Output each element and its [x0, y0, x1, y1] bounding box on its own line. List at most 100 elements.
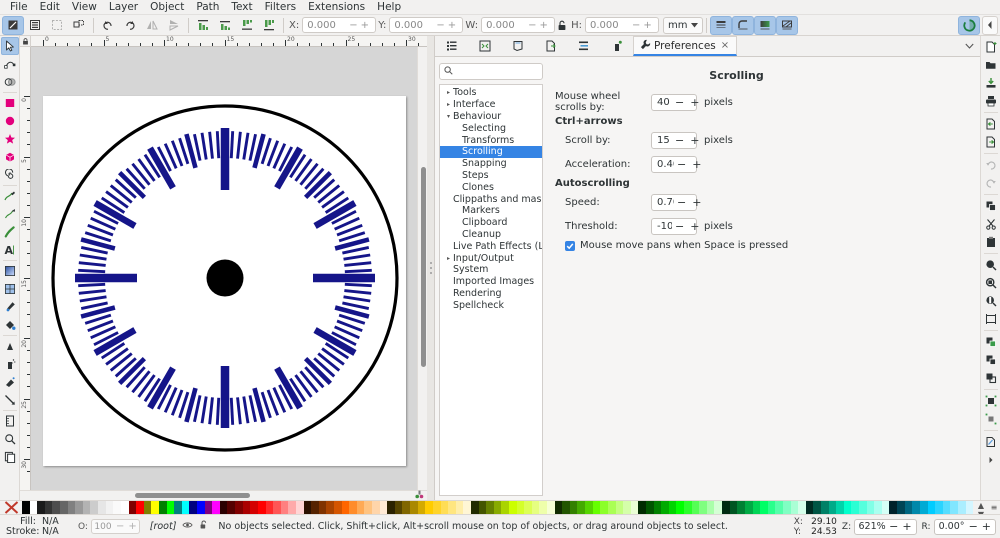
- palette-swatch[interactable]: [341, 501, 350, 514]
- w-input[interactable]: [482, 18, 529, 32]
- horizontal-ruler[interactable]: 0 5 10 15 20 25 30: [31, 36, 427, 47]
- palette-swatch[interactable]: [501, 501, 509, 514]
- palette-swatch[interactable]: [874, 501, 882, 514]
- spiral-tool[interactable]: [1, 166, 19, 184]
- tree-item-tools[interactable]: ▸ Tools: [440, 87, 542, 99]
- palette-swatch[interactable]: [372, 501, 380, 514]
- tree-item-clipboard[interactable]: Clipboard: [440, 217, 542, 229]
- palette-swatch[interactable]: [729, 501, 738, 514]
- rotation-input[interactable]: [936, 521, 967, 532]
- palette-swatch[interactable]: [843, 501, 852, 514]
- canvas-horizontal-scrollbar[interactable]: [20, 490, 427, 500]
- zoom-spinner[interactable]: − +: [854, 518, 917, 535]
- palette-swatch[interactable]: [889, 501, 898, 514]
- palette-swatch[interactable]: [531, 501, 540, 514]
- opacity-minus[interactable]: −: [114, 521, 126, 532]
- mouse-wheel-input[interactable]: [652, 96, 672, 108]
- save-document-icon[interactable]: [982, 74, 1000, 92]
- flip-vertical-icon[interactable]: [163, 16, 185, 35]
- palette-swatch[interactable]: [219, 501, 228, 514]
- pages-tool[interactable]: [1, 448, 19, 466]
- tree-expander-icon[interactable]: ▾: [444, 113, 453, 120]
- affect-rounded-corners-icon[interactable]: [732, 15, 755, 35]
- palette-swatch[interactable]: [805, 501, 814, 514]
- palette-swatch[interactable]: [524, 501, 532, 514]
- tab-close-icon[interactable]: ×: [721, 40, 729, 51]
- palette-swatch[interactable]: [136, 501, 144, 514]
- palette-swatch[interactable]: [67, 501, 76, 514]
- tree-item-clones[interactable]: Clones: [440, 181, 542, 193]
- palette-swatch[interactable]: [311, 501, 319, 514]
- measure-tool[interactable]: [1, 412, 19, 430]
- raise-to-top-icon[interactable]: [192, 16, 214, 35]
- palette-swatch[interactable]: [448, 501, 456, 514]
- palette-swatch[interactable]: [120, 501, 129, 514]
- symbols-icon[interactable]: [600, 36, 633, 56]
- mesh-gradient-tool[interactable]: [1, 280, 19, 298]
- chevron-up-icon[interactable]: ▲: [978, 501, 984, 510]
- ungroup-icon[interactable]: [982, 410, 1000, 428]
- vertical-ruler[interactable]: 0 5 10 15 20 25 30: [20, 47, 31, 490]
- bezier-pen-tool[interactable]: [1, 205, 19, 223]
- unit-selector[interactable]: mm: [662, 16, 704, 34]
- palette-swatch[interactable]: [333, 501, 342, 514]
- palette-swatch[interactable]: [516, 501, 525, 514]
- star-tool[interactable]: [1, 130, 19, 148]
- palette-swatch[interactable]: [828, 501, 837, 514]
- tree-item-input-output[interactable]: ▸ Input/Output: [440, 252, 542, 264]
- tree-item-cleanup[interactable]: Cleanup: [440, 229, 542, 241]
- palette-swatch[interactable]: [706, 501, 715, 514]
- tree-item-interface[interactable]: ▸ Interface: [440, 99, 542, 111]
- pencil-tool[interactable]: [1, 187, 19, 205]
- palette-swatch[interactable]: [904, 501, 913, 514]
- fill-stroke-icon[interactable]: [501, 36, 534, 56]
- speed-input[interactable]: [652, 196, 674, 208]
- xml-editor-icon[interactable]: [468, 36, 501, 56]
- palette-swatch[interactable]: [798, 501, 806, 514]
- palette-swatch[interactable]: [143, 501, 152, 514]
- acceleration-plus[interactable]: +: [689, 159, 704, 170]
- palette-swatch[interactable]: [463, 501, 471, 514]
- palette-swatch[interactable]: [425, 501, 433, 514]
- acceleration-spinner[interactable]: − +: [651, 155, 701, 173]
- palette-swatch[interactable]: [577, 501, 586, 514]
- copy-icon[interactable]: [982, 197, 1000, 215]
- group-icon[interactable]: [982, 392, 1000, 410]
- space-pan-row[interactable]: Mouse move pans when Space is pressed: [547, 240, 976, 251]
- palette-swatch[interactable]: [782, 501, 791, 514]
- threshold-input[interactable]: [652, 220, 672, 232]
- palette-swatch[interactable]: [775, 501, 783, 514]
- speed-spinner[interactable]: − +: [651, 193, 701, 211]
- tree-item-clippaths-and-masks[interactable]: Clippaths and masks: [440, 193, 542, 205]
- selector-tool[interactable]: [0, 37, 19, 55]
- palette-swatch[interactable]: [189, 501, 198, 514]
- palette-swatch[interactable]: [927, 501, 936, 514]
- import-icon[interactable]: [982, 115, 1000, 133]
- rotation-plus[interactable]: +: [980, 520, 993, 533]
- w-spinner[interactable]: −+: [481, 17, 556, 33]
- palette-swatch[interactable]: [942, 501, 951, 514]
- canvas-vertical-scrollbar[interactable]: [417, 47, 427, 490]
- node-tool[interactable]: [1, 55, 19, 73]
- y-input[interactable]: [390, 18, 437, 32]
- opacity-plus[interactable]: +: [126, 521, 138, 532]
- palette-swatch[interactable]: [607, 501, 616, 514]
- palette-swatch[interactable]: [257, 501, 266, 514]
- tree-item-markers[interactable]: Markers: [440, 205, 542, 217]
- affect-stroke-width-icon[interactable]: [710, 15, 733, 35]
- palette-swatch[interactable]: [965, 501, 974, 514]
- palette-swatch[interactable]: [90, 501, 99, 514]
- tab-preferences[interactable]: Preferences ×: [633, 36, 738, 56]
- x-input[interactable]: [303, 18, 350, 32]
- palette-swatch[interactable]: [158, 501, 167, 514]
- palette-swatch[interactable]: [174, 501, 182, 514]
- palette-swatch[interactable]: [645, 501, 654, 514]
- print-icon[interactable]: [982, 92, 1000, 110]
- palette-swatch[interactable]: [592, 501, 601, 514]
- menu-item-filters[interactable]: Filters: [259, 0, 302, 15]
- palette-swatch[interactable]: [98, 501, 106, 514]
- palette-swatch[interactable]: [813, 501, 821, 514]
- menu-item-object[interactable]: Object: [144, 0, 190, 15]
- shape-builder-tool[interactable]: [1, 73, 19, 91]
- palette-swatch[interactable]: [432, 501, 441, 514]
